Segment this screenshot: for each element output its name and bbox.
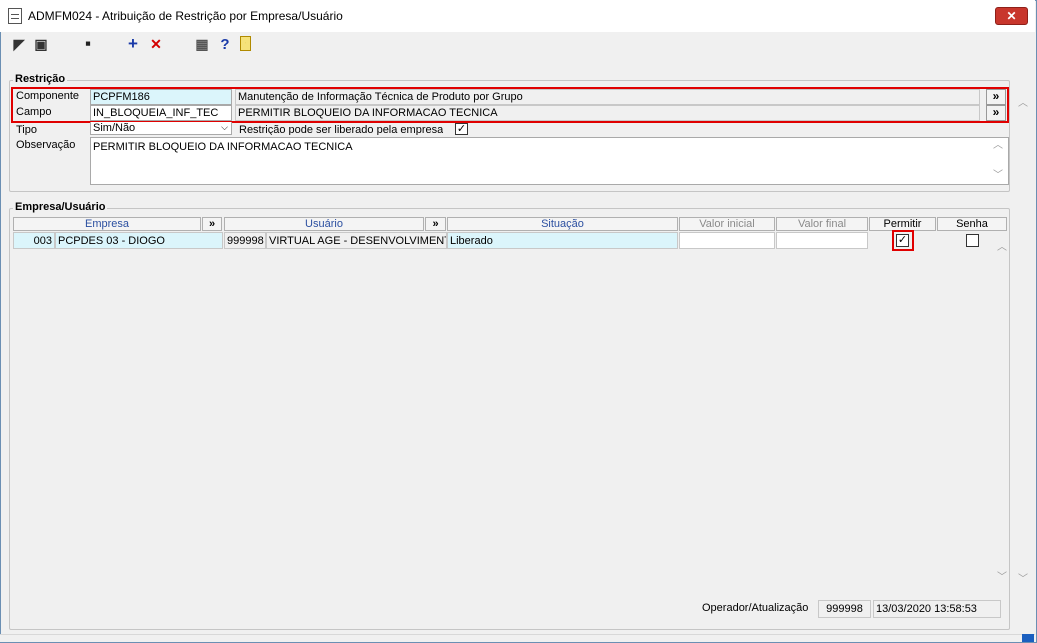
form-scrollbar[interactable]: ︿ ﹀ <box>1014 86 1032 586</box>
column-permitir[interactable]: Permitir <box>869 217 936 231</box>
empresa-lookup-button[interactable]: » <box>202 217 222 231</box>
scroll-up-icon[interactable]: ︿ <box>1014 94 1032 109</box>
highlight-restricao-box <box>11 87 1009 123</box>
scroll-down-icon[interactable]: ﹀ <box>989 169 1007 182</box>
observacao-value: PERMITIR BLOQUEIO DA INFORMACAO TECNICA <box>93 141 353 153</box>
empresa-usuario-group <box>9 208 1010 630</box>
column-valor-final[interactable]: Valor final <box>776 217 868 231</box>
add-icon[interactable]: + <box>124 34 142 53</box>
table-row-empresa-name[interactable]: PCPDES 03 - DIOGO <box>55 232 223 249</box>
usuario-lookup-button[interactable]: » <box>425 217 446 231</box>
empresa-usuario-legend: Empresa/Usuário <box>13 201 108 213</box>
save-icon[interactable]: ▪ <box>79 34 97 53</box>
observacao-label: Observação <box>16 139 76 151</box>
tipo-select[interactable]: Sim/Não ⌵ <box>90 122 232 135</box>
highlight-permitir-box <box>892 230 914 251</box>
table-row-empresa-code[interactable]: 003 <box>13 232 55 249</box>
table-row-valor-final[interactable] <box>776 232 868 249</box>
column-usuario[interactable]: Usuário <box>224 217 424 231</box>
scroll-down-icon[interactable]: ﹀ <box>993 568 1011 583</box>
column-senha[interactable]: Senha <box>937 217 1007 231</box>
resize-grip-icon[interactable] <box>1022 634 1034 642</box>
liberado-checkbox[interactable]: ✓ <box>455 123 468 135</box>
scroll-down-icon[interactable]: ﹀ <box>1014 570 1032 585</box>
delete-icon[interactable]: ✕ <box>147 36 165 52</box>
table-row-usuario-name[interactable]: VIRTUAL AGE - DESENVOLVIMENTO <box>266 232 447 249</box>
document-icon <box>8 8 22 24</box>
status-strip <box>0 634 1035 642</box>
table-row-usuario-code[interactable]: 999998 <box>224 232 266 249</box>
operador-atualizacao-label: Operador/Atualização <box>702 602 809 614</box>
column-empresa[interactable]: Empresa <box>13 217 201 231</box>
table-row-valor-inicial[interactable] <box>679 232 775 249</box>
column-situacao[interactable]: Situação <box>447 217 678 231</box>
help-icon[interactable]: ? <box>216 36 234 53</box>
atualizacao-timestamp: 13/03/2020 13:58:53 <box>873 600 1001 618</box>
copy-icon[interactable]: ▣ <box>32 36 50 52</box>
close-button[interactable]: ✕ <box>995 7 1028 25</box>
tipo-label: Tipo <box>16 124 37 135</box>
observacao-textarea[interactable]: PERMITIR BLOQUEIO DA INFORMACAO TECNICA … <box>90 137 1009 185</box>
senha-checkbox[interactable] <box>966 234 979 247</box>
scroll-up-icon[interactable]: ︿ <box>993 238 1011 253</box>
back-icon[interactable]: ◤ <box>10 36 28 52</box>
grid-icon[interactable]: ▦ <box>193 36 211 52</box>
window-title: ADMFM024 - Atribuição de Restrição por E… <box>28 9 343 23</box>
liberado-label: Restrição pode ser liberado pela empresa <box>239 124 444 135</box>
restricao-legend: Restrição <box>13 73 68 85</box>
operador-code: 999998 <box>818 600 871 618</box>
tipo-value: Sim/Não <box>93 122 136 134</box>
chevron-down-icon: ⌵ <box>221 122 228 132</box>
table-row-situacao[interactable]: Liberado <box>447 232 678 249</box>
exit-icon[interactable]: ▯ <box>240 36 251 51</box>
column-valor-inicial[interactable]: Valor inicial <box>679 217 775 231</box>
scroll-up-icon[interactable]: ︿ <box>989 139 1007 152</box>
